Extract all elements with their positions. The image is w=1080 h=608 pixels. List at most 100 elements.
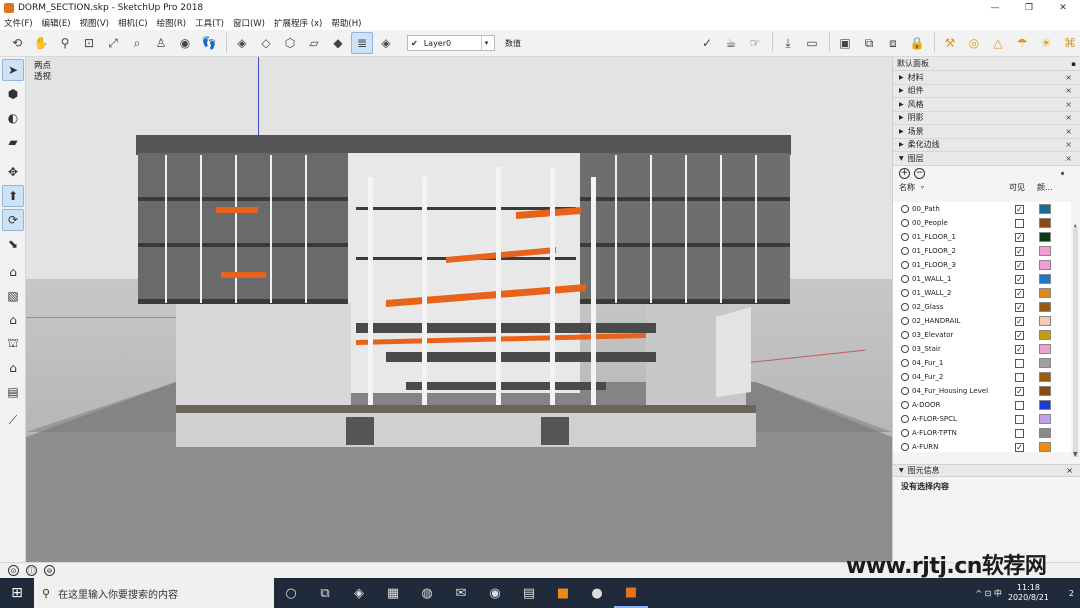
layer-visible-checkbox[interactable]: ✓	[1015, 387, 1024, 396]
lock-icon[interactable]: 🔒	[906, 32, 928, 54]
active-layer-radio[interactable]	[901, 443, 909, 451]
zoom-extents-icon[interactable]: ⤢	[102, 32, 124, 54]
hidden-line-icon[interactable]: ▱	[303, 32, 325, 54]
layer-color-swatch[interactable]	[1039, 330, 1051, 340]
active-layer-radio[interactable]	[901, 289, 909, 297]
tray-close-icon[interactable]: ×	[1065, 127, 1072, 136]
menu-draw[interactable]: 绘图(R)	[157, 17, 187, 29]
layer-row[interactable]: 02_HANDRAIL ✓	[893, 314, 1071, 328]
sketchup-taskbar-icon[interactable]: ■	[614, 578, 648, 608]
box-icon[interactable]: ▤	[2, 381, 24, 403]
tray-close-icon[interactable]: ×	[1065, 86, 1072, 95]
back-edges-icon[interactable]: ◇	[255, 32, 277, 54]
monochrome-icon[interactable]: ◈	[375, 32, 397, 54]
layer-visible-checkbox[interactable]	[1015, 429, 1024, 438]
browser-icon[interactable]: ◍	[410, 578, 444, 608]
layer-row[interactable]: 01_WALL_1 ✓	[893, 272, 1071, 286]
column-color[interactable]: 颜...	[1037, 182, 1053, 193]
layer-visible-checkbox[interactable]: ✓	[1015, 233, 1024, 242]
window-stack-icon[interactable]: ⧈	[882, 32, 904, 54]
mail-icon[interactable]: ✉	[444, 578, 478, 608]
sandbox-icon[interactable]: ⚒	[939, 32, 961, 54]
layer-color-swatch[interactable]	[1039, 218, 1051, 228]
taskbar-search[interactable]: ⚲ 在这里输入你要搜索的内容	[34, 578, 274, 608]
layer-color-swatch[interactable]	[1039, 344, 1051, 354]
push-pull-icon[interactable]: ⬆	[2, 185, 24, 207]
app-icon[interactable]: ◈	[342, 578, 376, 608]
home-icon[interactable]: ⌂	[2, 309, 24, 331]
layer-visible-checkbox[interactable]	[1015, 401, 1024, 410]
layer-visible-checkbox[interactable]: ✓	[1015, 289, 1024, 298]
layer-visible-checkbox[interactable]: ✓	[1015, 275, 1024, 284]
layer-color-swatch[interactable]	[1039, 274, 1051, 284]
tray-soften-edges[interactable]: ▶ 柔化边线 ×	[893, 138, 1080, 152]
position-camera-icon[interactable]: ♙	[150, 32, 172, 54]
record-icon[interactable]: ●	[580, 578, 614, 608]
layer-color-swatch[interactable]	[1039, 232, 1051, 242]
layer-color-swatch[interactable]	[1039, 428, 1051, 438]
import-icon[interactable]: ⤓	[777, 32, 799, 54]
layer-row[interactable]: 04_Fur_Housing Level ✓	[893, 384, 1071, 398]
layer-visible-checkbox[interactable]: ✓	[1015, 261, 1024, 270]
orbit-icon[interactable]: ⟲	[6, 32, 28, 54]
tray-styles[interactable]: ▶ 风格 ×	[893, 98, 1080, 112]
layer-visible-checkbox[interactable]: ✓	[1015, 345, 1024, 354]
active-layer-radio[interactable]	[901, 359, 909, 367]
sun-icon[interactable]: ☀	[1035, 32, 1057, 54]
building-icon[interactable]: ⛫	[2, 333, 24, 355]
active-layer-radio[interactable]	[901, 401, 909, 409]
layer-color-swatch[interactable]	[1039, 260, 1051, 270]
layer-row[interactable]: 01_FLOOR_1 ✓	[893, 230, 1071, 244]
layer-color-swatch[interactable]	[1039, 204, 1051, 214]
layer-row[interactable]: 03_Stair ✓	[893, 342, 1071, 356]
layer-color-swatch[interactable]	[1039, 400, 1051, 410]
column-visible[interactable]: 可见	[1009, 182, 1025, 193]
wireframe-icon[interactable]: ⬡	[279, 32, 301, 54]
shaded-textures-icon[interactable]: ≣	[351, 32, 373, 54]
menu-edit[interactable]: 编辑(E)	[42, 17, 71, 29]
paint-bucket-icon[interactable]: ◐	[2, 107, 24, 129]
shaded-icon[interactable]: ◆	[327, 32, 349, 54]
app-orange-icon[interactable]: ■	[546, 578, 580, 608]
tray-entity-info[interactable]: ▼ 图元信息 ×	[893, 464, 1080, 477]
ring-icon[interactable]: ◎	[963, 32, 985, 54]
zoom-selection-icon[interactable]: ⌕	[126, 32, 148, 54]
eraser-icon[interactable]: ▰	[2, 131, 24, 153]
layer-color-swatch[interactable]	[1039, 288, 1051, 298]
active-layer-radio[interactable]	[901, 415, 909, 423]
notification-badge[interactable]: 2	[1069, 589, 1074, 598]
select-arrow-icon[interactable]: ➤	[2, 59, 24, 81]
layer-row[interactable]: 01_WALL_2 ✓	[893, 286, 1071, 300]
layer-row[interactable]: 04_Fur_1	[893, 356, 1071, 370]
window-icon[interactable]: ▣	[834, 32, 856, 54]
layer-row[interactable]: 00_Path ✓	[893, 202, 1071, 216]
layer-color-swatch[interactable]	[1039, 386, 1051, 396]
menu-file[interactable]: 文件(F)	[4, 17, 33, 29]
house-outline-icon[interactable]: ⌂	[2, 357, 24, 379]
maximize-button[interactable]: ❐	[1012, 0, 1046, 16]
calculator-icon[interactable]: ▦	[376, 578, 410, 608]
active-layer-radio[interactable]	[901, 233, 909, 241]
active-layer-radio[interactable]	[901, 205, 909, 213]
info-icon[interactable]: ⓘ	[26, 565, 37, 576]
windows-start-icon[interactable]: ⊞	[0, 578, 34, 608]
tray-components[interactable]: ▶ 组件 ×	[893, 84, 1080, 98]
menu-window[interactable]: 窗口(W)	[233, 17, 265, 29]
menu-camera[interactable]: 相机(C)	[118, 17, 148, 29]
tray-shadows[interactable]: ▶ 阴影 ×	[893, 111, 1080, 125]
zoom-icon[interactable]: ⚲	[54, 32, 76, 54]
scale-icon[interactable]: ⬊	[2, 233, 24, 255]
layer-row[interactable]: 00_People	[893, 216, 1071, 230]
active-layer-radio[interactable]	[901, 331, 909, 339]
tray-materials[interactable]: ▶ 材料 ×	[893, 71, 1080, 85]
component-box-icon[interactable]: ▧	[2, 285, 24, 307]
layer-row[interactable]: 01_FLOOR_3 ✓	[893, 258, 1071, 272]
tray-close-icon[interactable]: ×	[1065, 73, 1072, 82]
tray-close-icon[interactable]: ×	[1065, 140, 1072, 149]
tray-close-icon[interactable]: ×	[1065, 100, 1072, 109]
zoom-window-icon[interactable]: ⊡	[78, 32, 100, 54]
scroll-down-icon[interactable]: ▼	[1073, 451, 1078, 458]
active-layer-radio[interactable]	[901, 429, 909, 437]
tray-scenes[interactable]: ▶ 场景 ×	[893, 125, 1080, 139]
walk-icon[interactable]: 👣	[198, 32, 220, 54]
